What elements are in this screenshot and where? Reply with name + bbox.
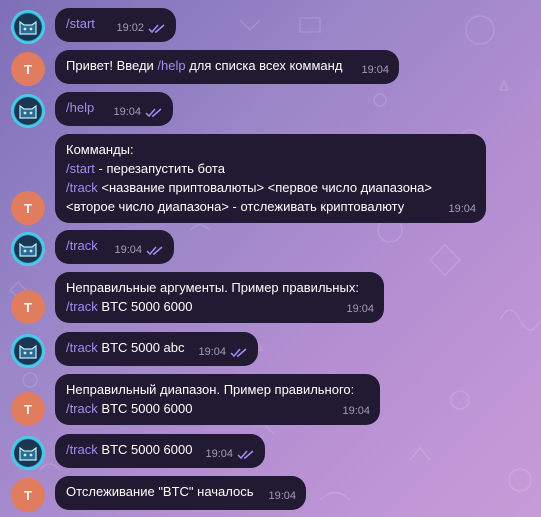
double-check-icon [145,107,162,117]
command-link[interactable]: /track [66,340,98,355]
message-text: - перезапустить бота [94,161,225,176]
message-meta: 19:04 [205,445,255,464]
message-text: BTC 5000 6000 [97,401,193,416]
message-text: <второе число диапазона> - отслеживать к… [66,199,405,214]
timestamp: 19:04 [361,64,389,76]
outgoing-message[interactable]: /start 19:02 [55,8,176,42]
timestamp: 19:04 [114,244,142,256]
message-meta: 19:04 [114,241,164,260]
command-link[interactable]: /help [157,58,185,73]
cat-avatar-icon[interactable] [11,436,45,470]
message-text: <название приптовалюты> <первое число ди… [97,180,432,195]
message-meta: 19:04 [361,61,389,80]
double-check-icon [148,23,165,33]
message-line: Неправильный диапазон. Пример правильног… [66,380,369,399]
message-text: для списка всех комманд [185,58,343,73]
outgoing-message[interactable]: /track 19:04 [55,230,174,264]
command-link[interactable]: /start [66,161,95,176]
message-text: Неправильный диапазон. Пример правильног… [66,382,355,397]
message-meta: 19:02 [116,19,166,38]
double-check-icon [146,245,163,255]
incoming-message: Неправильный диапазон. Пример правильног… [55,374,380,425]
timestamp: 19:04 [346,303,374,315]
timestamp: 19:04 [205,448,233,460]
command-link[interactable]: /track [66,299,98,314]
message-line: /start - перезапустить бота [66,159,475,178]
message-text: BTC 5000 abc [97,340,185,355]
timestamp: 19:04 [268,490,296,502]
message-text: Комманды: [66,142,134,157]
message-text: BTC 5000 6000 [97,442,193,457]
command-link[interactable]: /track [66,238,98,253]
message-meta: 19:04 [346,300,374,319]
double-check-icon [230,347,247,357]
outgoing-message[interactable]: /help 19:04 [55,92,173,126]
cat-avatar-icon[interactable] [11,232,45,266]
timestamp: 19:04 [448,203,476,215]
incoming-message: Комманды: /start - перезапустить бота /t… [55,134,486,223]
message-meta: 19:04 [198,343,248,362]
command-link[interactable]: /track [66,442,98,457]
message-line: /track BTC 5000 6000 [66,297,373,316]
double-check-icon [237,449,254,459]
command-link[interactable]: /start [66,16,95,31]
bot-avatar[interactable]: T [11,392,45,426]
message-text: Отслеживание "BTC" началось [66,484,254,499]
cat-avatar-icon[interactable] [11,10,45,44]
message-meta: 19:04 [342,402,370,421]
incoming-message: Отслеживание "BTC" началось 19:04 [55,476,306,510]
message-meta: 19:04 [448,200,476,219]
message-meta: 19:04 [113,103,163,122]
bot-avatar[interactable]: T [11,52,45,86]
outgoing-message[interactable]: /track BTC 5000 abc 19:04 [55,332,258,366]
message-line: /track <название приптовалюты> <первое ч… [66,178,475,197]
message-line: Комманды: [66,140,475,159]
bot-avatar[interactable]: T [11,290,45,324]
incoming-message: Привет! Введи /help для списка всех комм… [55,50,399,84]
cat-avatar-icon[interactable] [11,94,45,128]
outgoing-message[interactable]: /track BTC 5000 6000 19:04 [55,434,265,468]
message-line: <второе число диапазона> - отслеживать к… [66,197,475,216]
incoming-message: Неправильные аргументы. Пример правильны… [55,272,384,323]
command-link[interactable]: /track [66,180,98,195]
timestamp: 19:04 [113,106,141,118]
command-link[interactable]: /help [66,100,94,115]
message-meta: 19:04 [268,487,296,506]
cat-avatar-icon[interactable] [11,334,45,368]
timestamp: 19:04 [198,346,226,358]
bot-avatar[interactable]: T [11,478,45,512]
message-text: Неправильные аргументы. Пример правильны… [66,280,359,295]
message-line: /track BTC 5000 6000 [66,399,369,418]
message-line: Неправильные аргументы. Пример правильны… [66,278,373,297]
timestamp: 19:02 [116,22,144,34]
message-text: Привет! Введи [66,58,158,73]
timestamp: 19:04 [342,405,370,417]
message-text: BTC 5000 6000 [97,299,193,314]
command-link[interactable]: /track [66,401,98,416]
bot-avatar[interactable]: T [11,191,45,225]
